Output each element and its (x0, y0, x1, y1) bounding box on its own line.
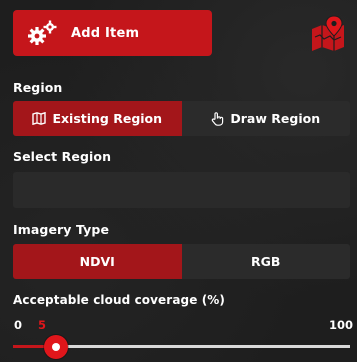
region-label: Region (13, 80, 63, 95)
cloud-slider-thumb[interactable] (44, 335, 69, 359)
add-item-label: Add Item (71, 25, 140, 41)
existing-region-option[interactable]: Existing Region (13, 101, 182, 136)
draw-region-label: Draw Region (230, 111, 321, 126)
add-item-button[interactable]: Add Item (13, 10, 212, 56)
slider-min-label: 0 (14, 318, 23, 332)
select-region-dropdown[interactable] (13, 172, 350, 208)
slider-value-label: 5 (38, 318, 47, 332)
imagery-type-toggle: NDVI RGB (13, 244, 350, 279)
imagery-type-label: Imagery Type (13, 222, 110, 237)
map-pin-icon[interactable] (310, 15, 346, 51)
gears-icon (28, 20, 57, 45)
cloud-coverage-label: Acceptable cloud coverage (%) (13, 293, 226, 307)
existing-region-label: Existing Region (52, 111, 163, 126)
add-item-panel: Add Item Region Existing Region Draw Reg… (0, 0, 357, 362)
draw-region-option[interactable]: Draw Region (182, 101, 351, 136)
ndvi-label: NDVI (79, 254, 115, 269)
region-toggle: Existing Region Draw Region (13, 101, 350, 136)
slider-max-label: 100 (329, 318, 354, 332)
pointer-hand-icon (212, 111, 224, 126)
rgb-option[interactable]: RGB (182, 244, 351, 279)
map-icon (32, 112, 47, 125)
ndvi-option[interactable]: NDVI (13, 244, 182, 279)
select-region-label: Select Region (13, 149, 112, 164)
rgb-label: RGB (251, 254, 281, 269)
